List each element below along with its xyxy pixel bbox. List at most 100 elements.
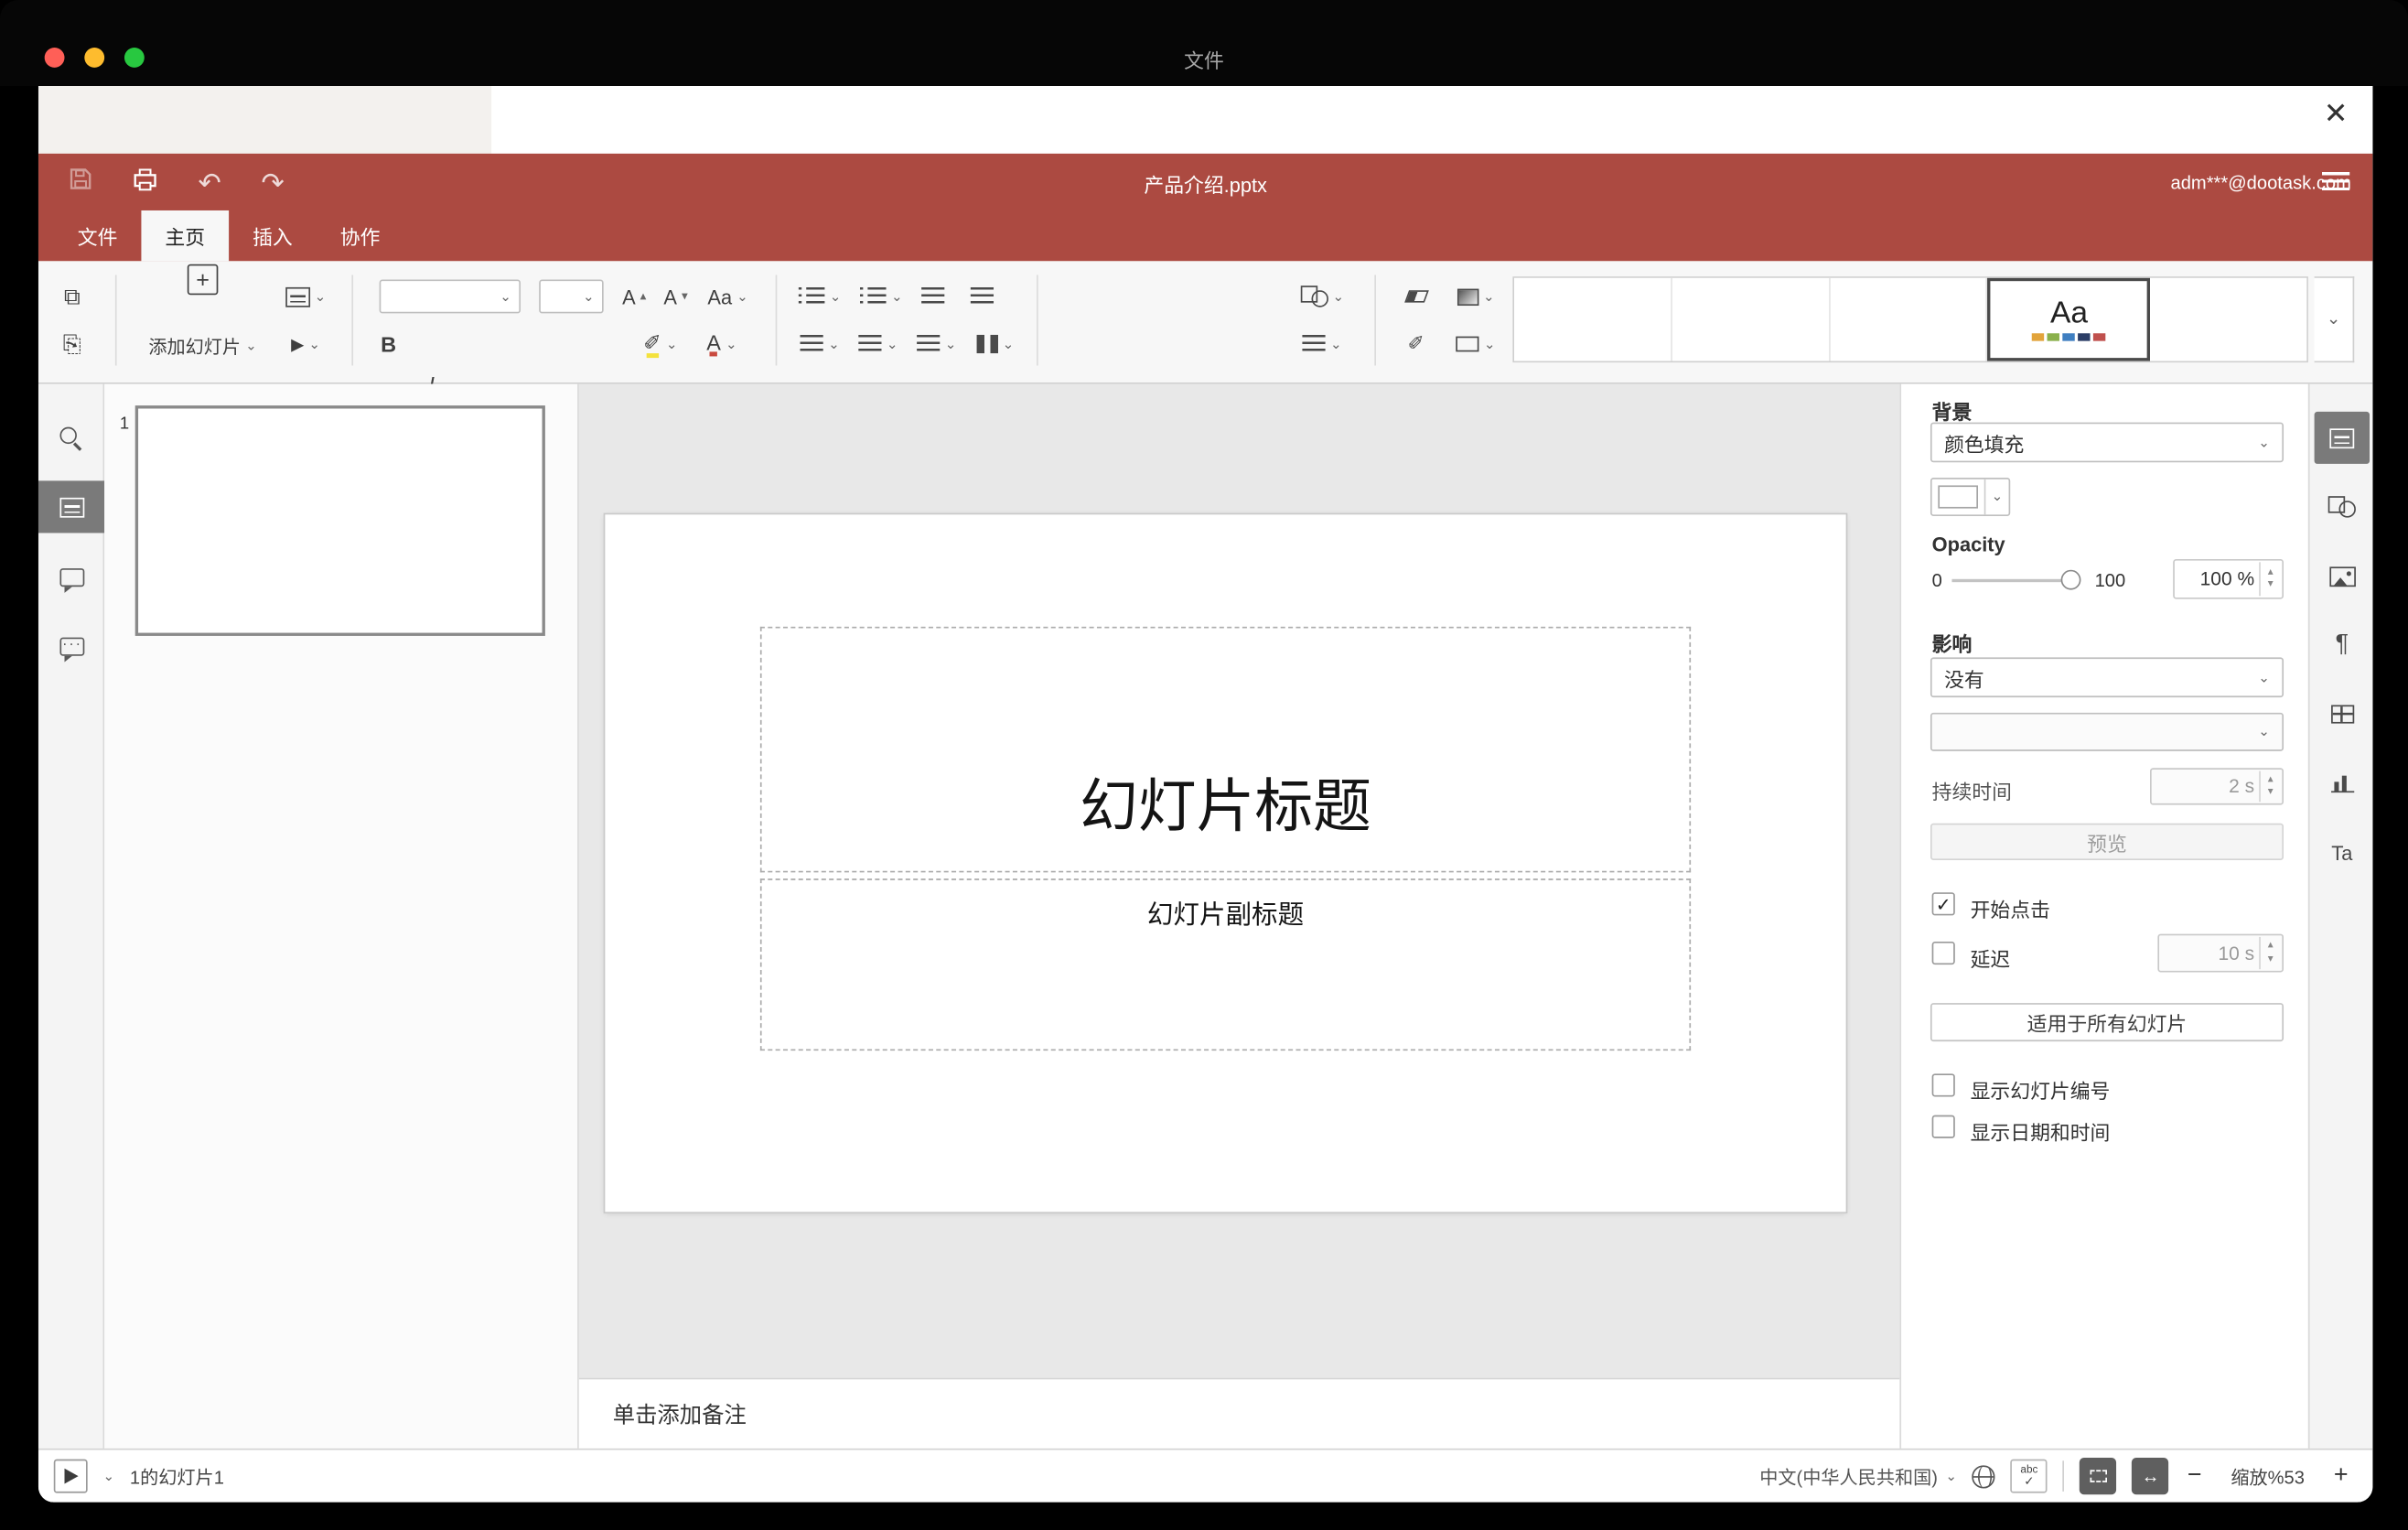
theme-option-selected[interactable]: Aa (1987, 277, 2151, 361)
fit-width-button[interactable]: ↔ (2132, 1457, 2169, 1495)
show-date-time-label: 显示日期和时间 (1970, 1121, 2111, 1145)
opacity-slider-knob[interactable] (2060, 569, 2081, 590)
slide-size-button[interactable]: ⌄ (1448, 324, 1503, 364)
slide[interactable]: 幻灯片标题 幻灯片副标题 (605, 514, 1846, 1212)
subtitle-placeholder[interactable]: 幻灯片副标题 (759, 878, 1692, 1051)
menu-icon[interactable] (2321, 171, 2350, 191)
table-settings-button[interactable] (2315, 688, 2370, 740)
bullet-list-button[interactable]: ⌄ (794, 276, 846, 317)
globe-icon[interactable] (1972, 1464, 1995, 1488)
line-spacing-icon (917, 334, 941, 354)
tab-file[interactable]: 文件 (54, 210, 142, 261)
theme-option[interactable] (1830, 277, 1988, 361)
effect-variant-select[interactable]: ⌄ (1930, 712, 2284, 751)
shape-settings-button[interactable] (2315, 480, 2370, 533)
paste-icon: ⎘ (62, 330, 81, 358)
start-on-click-label: 开始点击 (1970, 898, 2050, 922)
increase-font-button[interactable]: A ▴ (616, 276, 652, 317)
language-selector[interactable]: 中文(中华人民共和国) ⌄ (1759, 1463, 1957, 1490)
background-panel (38, 85, 492, 154)
start-slideshow-button[interactable]: ▶ ⌄ (278, 324, 333, 364)
duration-input[interactable]: 2 s ▴ ▾ (2149, 768, 2284, 805)
bold-button[interactable]: B (371, 324, 407, 364)
screen: 文件 ✕ ↶ ↷ 产品介绍.pptx adm***@dootask.com 文件 (0, 0, 2408, 1530)
decrease-font-button[interactable]: A ▾ (657, 276, 693, 317)
table-settings-icon (2330, 705, 2354, 724)
chart-settings-icon (2330, 774, 2354, 793)
slides-panel-button[interactable] (38, 480, 105, 533)
font-name-combo[interactable]: ⌄ (379, 279, 521, 314)
paragraph-settings-button[interactable]: ¶ (2315, 619, 2370, 671)
ribbon-tabs: 文件 主页 插入 协作 (38, 210, 2372, 262)
tab-home[interactable]: 主页 (141, 210, 230, 262)
close-icon[interactable]: ✕ (2324, 100, 2349, 129)
tab-insert[interactable]: 插入 (229, 210, 317, 261)
copy-style-button[interactable]: ✐ (1396, 324, 1436, 364)
show-date-time-checkbox[interactable] (1931, 1115, 1955, 1138)
opacity-input[interactable]: 100 % ▴ ▾ (2173, 558, 2284, 599)
change-case-button[interactable]: Aa ⌄ (702, 276, 754, 317)
search-button[interactable] (38, 412, 104, 464)
editor-canvas: 幻灯片标题 幻灯片副标题 单击添加备注 (578, 384, 1900, 1449)
fill-type-select[interactable]: 颜色填充 ⌄ (1930, 422, 2284, 463)
slide-layout-button[interactable]: ⌄ (278, 276, 333, 317)
numbered-list-button[interactable]: ⌄ (855, 276, 908, 317)
clear-style-button[interactable] (1396, 276, 1436, 317)
copy-button[interactable]: ⧉ (50, 276, 93, 317)
start-slideshow-status-button[interactable] (53, 1459, 88, 1493)
copy-icon: ⧉ (63, 283, 81, 310)
decrease-indent-button[interactable] (914, 276, 951, 317)
slide-thumbnail[interactable] (134, 405, 545, 636)
apply-to-all-slides-button[interactable]: 适用于所有幻灯片 (1930, 1003, 2284, 1042)
chart-settings-button[interactable] (2315, 758, 2370, 810)
layout-icon (285, 286, 310, 307)
fill-color-swatch[interactable]: ⌄ (1930, 478, 2011, 516)
fill-color-button[interactable]: ⌄ (1448, 276, 1503, 317)
delay-input[interactable]: 10 s ▴ ▾ (2157, 933, 2284, 973)
font-size-combo[interactable]: ⌄ (539, 279, 604, 314)
image-settings-button[interactable] (2315, 550, 2370, 602)
slideshow-icon: ▶ (291, 335, 305, 354)
spellcheck-toggle[interactable]: abc ✓ (2010, 1459, 2048, 1493)
highlight-color-button[interactable]: ✐ ⌄ (634, 324, 686, 364)
font-color-button[interactable]: A ⌄ (695, 324, 747, 364)
theme-option[interactable] (1514, 277, 1672, 361)
align-shapes-button[interactable]: ⌄ (1295, 324, 1349, 364)
zoom-in-button[interactable]: + (2330, 1462, 2350, 1490)
toolbar: ⧉ ⎘ + 添加幻灯片⌄ ⌄ ▶ ⌄ ⌄ ⌄ A▴ A▾ Aa⌄ B I U (38, 261, 2373, 598)
horizontal-align-button[interactable]: ⌄ (794, 324, 846, 364)
theme-option[interactable] (1672, 277, 1831, 361)
title-placeholder[interactable]: 幻灯片标题 (759, 626, 1692, 873)
tab-collaboration[interactable]: 协作 (317, 210, 404, 261)
increase-indent-button[interactable] (962, 276, 999, 317)
slide-settings-icon (2329, 427, 2355, 448)
numbered-list-icon (860, 286, 887, 307)
zoom-out-button[interactable]: − (2184, 1462, 2204, 1490)
textart-settings-button[interactable]: Ta (2315, 826, 2370, 878)
add-slide-button[interactable]: + 添加幻灯片 ⌄ (134, 261, 272, 362)
fit-slide-button[interactable] (2080, 1457, 2117, 1495)
paste-button[interactable]: ⎘ (50, 324, 93, 364)
comments-icon (59, 568, 84, 593)
columns-button[interactable]: ⌄ (969, 324, 1021, 364)
preview-button[interactable]: 预览 (1930, 823, 2284, 860)
vertical-align-button[interactable]: ⌄ (853, 324, 905, 364)
slide-thumbnails-panel: 1 (104, 383, 579, 1449)
theme-gallery-expand-button[interactable]: ⌄ (2314, 276, 2355, 363)
show-slide-number-checkbox[interactable] (1931, 1073, 1955, 1097)
feedback-button[interactable] (38, 620, 104, 673)
opacity-slider-track[interactable] (1951, 578, 2072, 583)
opacity-label: Opacity (1931, 533, 2005, 556)
delay-checkbox[interactable] (1931, 941, 1955, 965)
slideshow-options-chevron[interactable]: ⌄ (102, 1469, 114, 1483)
slide-settings-button[interactable] (2314, 411, 2370, 464)
line-spacing-button[interactable]: ⌄ (910, 324, 962, 364)
theme-option[interactable] (2150, 277, 2307, 361)
arrange-shapes-button[interactable]: ⌄ (1295, 276, 1349, 317)
eraser-icon (1403, 290, 1428, 303)
effect-select[interactable]: 没有 ⌄ (1930, 657, 2284, 698)
comments-button[interactable] (38, 552, 104, 604)
start-on-click-checkbox[interactable]: ✓ (1931, 892, 1955, 916)
increase-indent-icon (970, 286, 994, 307)
notes-input[interactable]: 单击添加备注 (578, 1377, 1900, 1449)
